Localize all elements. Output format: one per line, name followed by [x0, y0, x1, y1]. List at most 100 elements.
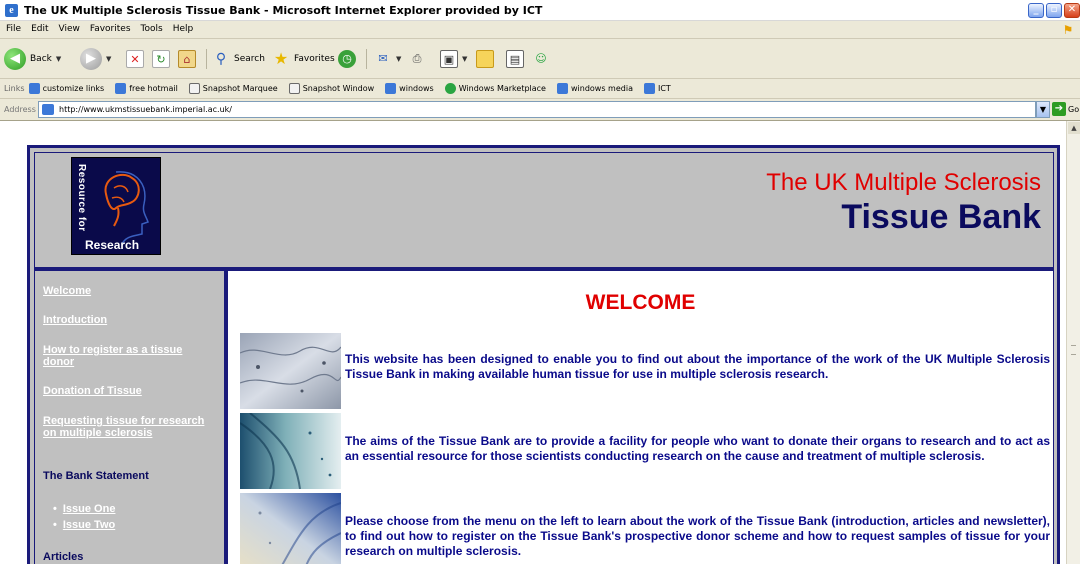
ie-page-icon [28, 83, 40, 94]
go-arrow-icon: ➔ [1052, 102, 1066, 116]
ie-page-icon [115, 83, 127, 94]
history-button[interactable]: ◷ [338, 47, 356, 71]
nav-link-welcome[interactable]: Welcome [43, 285, 213, 297]
mail-button[interactable]: ✉ ▼ [374, 47, 401, 71]
discuss-button[interactable]: ▤ [506, 47, 524, 71]
menu-file[interactable]: File [6, 24, 21, 34]
main-content: WELCOME This website has been designed t… [228, 271, 1053, 564]
navigation-paragraph: Please choose from the menu on the left … [345, 514, 1050, 558]
address-bar: Address http://www.ukmstissuebank.imperi… [0, 99, 1080, 121]
window-title: The UK Multiple Sclerosis Tissue Bank - … [24, 4, 543, 17]
ie-page-icon [556, 83, 568, 94]
forward-button[interactable]: ▶ ▼ [80, 47, 111, 71]
menu-tools[interactable]: Tools [141, 24, 163, 34]
back-arrow-icon: ◀ [4, 48, 26, 70]
search-button[interactable]: ⚲ Search [212, 47, 265, 71]
vertical-scrollbar[interactable]: ▲ [1066, 121, 1080, 564]
menu-view[interactable]: View [59, 24, 80, 34]
resource-for-research-logo: Resource for Research [71, 157, 161, 255]
menu-favorites[interactable]: Favorites [90, 24, 131, 34]
edit-icon: ▣ [440, 50, 458, 68]
search-icon: ⚲ [215, 51, 227, 67]
forward-dropdown-icon[interactable]: ▼ [106, 55, 111, 63]
scroll-up-icon[interactable]: ▲ [1068, 122, 1080, 134]
standard-toolbar: ◀ Back ▼ ▶ ▼ ✕ ↻ ⌂ ⚲ Search ★ Favorites … [0, 39, 1080, 79]
search-label: Search [234, 54, 265, 64]
messenger-icon: ☺ [535, 52, 547, 65]
snapshot-icon [288, 83, 300, 94]
logo-bottom-text: Research [85, 238, 140, 252]
print-button[interactable]: ⎙ [408, 47, 426, 71]
back-button[interactable]: ◀ Back ▼ [4, 47, 61, 71]
address-url: http://www.ukmstissuebank.imperial.ac.uk… [59, 105, 232, 114]
link-ict[interactable]: ICT [643, 83, 671, 94]
stop-button[interactable]: ✕ [126, 47, 144, 71]
close-button[interactable]: ✕ [1064, 3, 1080, 18]
favorites-star-icon: ★ [273, 49, 289, 68]
nav-heading-bank-statement: The Bank Statement [43, 470, 149, 482]
site-title-line2: Tissue Bank [841, 198, 1041, 236]
home-button[interactable]: ⌂ [178, 47, 196, 71]
aims-paragraph: The aims of the Tissue Bank are to provi… [345, 434, 1050, 463]
nav-link-requesting[interactable]: Requesting tissue for research on multip… [43, 415, 213, 439]
tissue-image-1 [240, 333, 341, 409]
windows-logo-icon: ⚑ [1062, 23, 1074, 37]
site-header: Resource for Research The UK Multiple Sc… [35, 153, 1053, 267]
home-icon: ⌂ [178, 50, 196, 68]
nav-link-register[interactable]: How to register as a tissue donor [43, 344, 213, 368]
link-snapshot-marquee[interactable]: Snapshot Marquee [188, 83, 278, 94]
folder-icon [476, 50, 494, 68]
ie-page-icon [385, 83, 397, 94]
link-customize-links[interactable]: customize links [28, 83, 104, 94]
page-frame-inner: Resource for Research The UK Multiple Sc… [34, 152, 1054, 564]
window-titlebar: e The UK Multiple Sclerosis Tissue Bank … [0, 0, 1080, 21]
address-dropdown-button[interactable]: ▼ [1036, 101, 1050, 118]
favorites-button[interactable]: ★ Favorites [272, 47, 335, 71]
mail-icon: ✉ [378, 52, 388, 65]
snapshot-icon [188, 83, 200, 94]
nav-heading-articles[interactable]: Articles [43, 551, 83, 563]
link-windows-media[interactable]: windows media [556, 83, 633, 94]
folder-button[interactable] [476, 47, 494, 71]
ie-icon: e [5, 4, 18, 17]
back-dropdown-icon[interactable]: ▼ [56, 55, 61, 63]
refresh-button[interactable]: ↻ [152, 47, 170, 71]
stop-icon: ✕ [126, 50, 144, 68]
history-icon: ◷ [338, 50, 356, 68]
nav-link-donation[interactable]: Donation of Tissue [43, 385, 213, 397]
page-icon [42, 104, 54, 115]
intro-paragraph: This website has been designed to enable… [345, 352, 1050, 381]
messenger-button[interactable]: ☺ [532, 47, 550, 71]
menu-edit[interactable]: Edit [31, 24, 48, 34]
page-viewport: Resource for Research The UK Multiple Sc… [0, 121, 1066, 564]
maximize-button[interactable]: ▫ [1046, 3, 1062, 18]
ie-page-icon [643, 83, 655, 94]
menu-help[interactable]: Help [173, 24, 194, 34]
page-icon: ▤ [506, 50, 524, 68]
scroll-grip-icon[interactable] [1071, 345, 1076, 355]
back-label: Back [30, 54, 52, 64]
link-windows-marketplace[interactable]: Windows Marketplace [444, 83, 546, 94]
link-snapshot-window[interactable]: Snapshot Window [288, 83, 374, 94]
forward-arrow-icon: ▶ [80, 48, 102, 70]
minimize-button[interactable]: _ [1028, 3, 1044, 18]
refresh-icon: ↻ [152, 50, 170, 68]
link-windows[interactable]: windows [385, 83, 434, 94]
sidebar-nav: Welcome Introduction How to register as … [35, 271, 224, 564]
mail-dropdown-icon[interactable]: ▼ [396, 55, 401, 63]
edit-button[interactable]: ▣ ▼ [440, 47, 467, 71]
go-button[interactable]: ➔ Go [1052, 102, 1079, 116]
link-free-hotmail[interactable]: free hotmail [115, 83, 178, 94]
print-icon: ⎙ [412, 52, 422, 65]
go-label: Go [1068, 104, 1080, 114]
address-input[interactable]: http://www.ukmstissuebank.imperial.ac.uk… [38, 101, 1036, 118]
site-title-line1: The UK Multiple Sclerosis [766, 169, 1041, 196]
links-label: Links [4, 84, 25, 93]
nav-link-issue-two[interactable]: Issue Two [53, 519, 115, 531]
nav-link-issue-one[interactable]: Issue One [53, 503, 116, 515]
welcome-heading: WELCOME [585, 291, 696, 314]
links-bar: Links customize links free hotmail Snaps… [0, 79, 1080, 99]
nav-link-introduction[interactable]: Introduction [43, 314, 213, 326]
tissue-image-2 [240, 413, 341, 489]
edit-dropdown-icon[interactable]: ▼ [462, 55, 467, 63]
